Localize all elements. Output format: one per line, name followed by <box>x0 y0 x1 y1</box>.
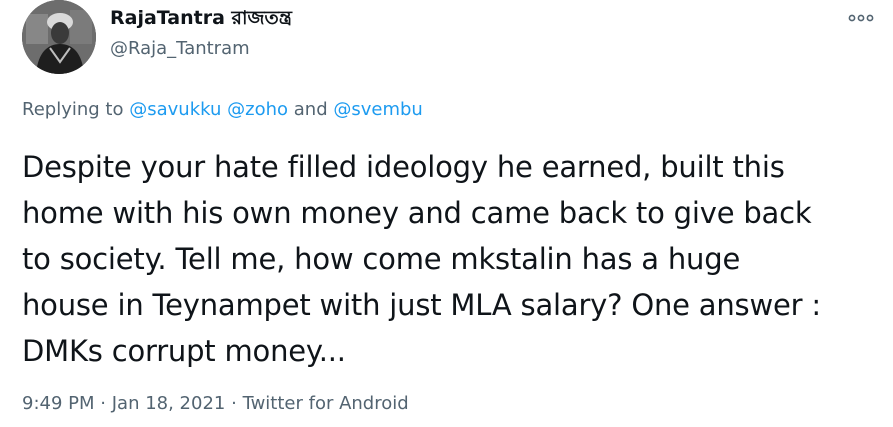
tweet-text: Despite your hate filled ideology he ear… <box>22 144 872 374</box>
tweet-text-line: home with his own money and came back to… <box>22 196 812 230</box>
tweet-date[interactable]: Jan 18, 2021 <box>112 393 226 414</box>
mention-link[interactable]: @svembu <box>333 99 422 120</box>
author-name[interactable]: RajaTantra রাজতন্ত্র <box>110 6 292 30</box>
tweet-card: RajaTantra রাজতন্ত্র @Raja_Tantram Reply… <box>0 0 893 427</box>
tweet-meta: 9:49 PM · Jan 18, 2021 · Twitter for And… <box>22 392 409 416</box>
tweet-text-line: DMKs corrupt money... <box>22 334 346 368</box>
more-horizontal-icon[interactable] <box>848 10 874 24</box>
tweet-text-line: to society. Tell me, how come mkstalin h… <box>22 242 741 276</box>
replying-to: Replying to @savukku @zoho and @svembu <box>22 98 423 122</box>
tweet-text-line: house in Teynampet with just MLA salary?… <box>22 288 821 322</box>
tweet-time[interactable]: 9:49 PM <box>22 393 95 414</box>
meta-separator: · <box>100 393 106 414</box>
replying-and: and <box>293 99 328 120</box>
author-handle[interactable]: @Raja_Tantram <box>110 38 250 60</box>
tweet-source[interactable]: Twitter for Android <box>243 393 409 414</box>
mention-link[interactable]: @savukku <box>129 99 221 120</box>
avatar[interactable] <box>22 0 96 74</box>
mention-link[interactable]: @zoho <box>227 99 288 120</box>
tweet-text-line: Despite your hate filled ideology he ear… <box>22 150 785 184</box>
replying-prefix: Replying to <box>22 99 124 120</box>
meta-separator: · <box>231 393 237 414</box>
profile-avatar-icon <box>22 0 96 74</box>
